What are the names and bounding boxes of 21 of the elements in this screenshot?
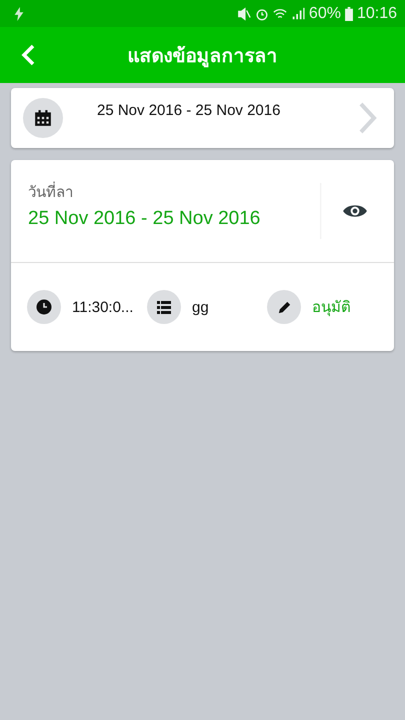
battery-percent: 60% (308, 4, 341, 22)
date-range-card[interactable]: 25 Nov 2016 - 25 Nov 2016 (11, 88, 394, 148)
chevron-right-icon (358, 101, 378, 135)
detail-text: 11:30:0... (72, 298, 134, 316)
calendar-icon (23, 98, 63, 138)
pencil-icon (267, 290, 301, 324)
signal-icon (290, 6, 305, 20)
page-title: แสดงข้อมูลการลา (126, 44, 278, 70)
detail-text: gg (192, 298, 209, 316)
mute-icon (236, 6, 251, 20)
clock-icon (27, 290, 61, 324)
clock-time: 10:16 (356, 4, 397, 22)
leave-dates: 25 Nov 2016 - 25 Nov 2016 (28, 208, 262, 230)
battery-icon (344, 6, 353, 20)
flash-icon (12, 6, 26, 20)
alarm-icon (254, 6, 269, 20)
leave-date-label: วันที่ลา (28, 180, 320, 204)
wifi-icon (272, 6, 287, 20)
detail-text: อนุมัติ (312, 298, 351, 318)
list-icon (147, 290, 181, 324)
date-range: 25 Nov 2016 - 25 Nov 2016 (97, 102, 282, 119)
